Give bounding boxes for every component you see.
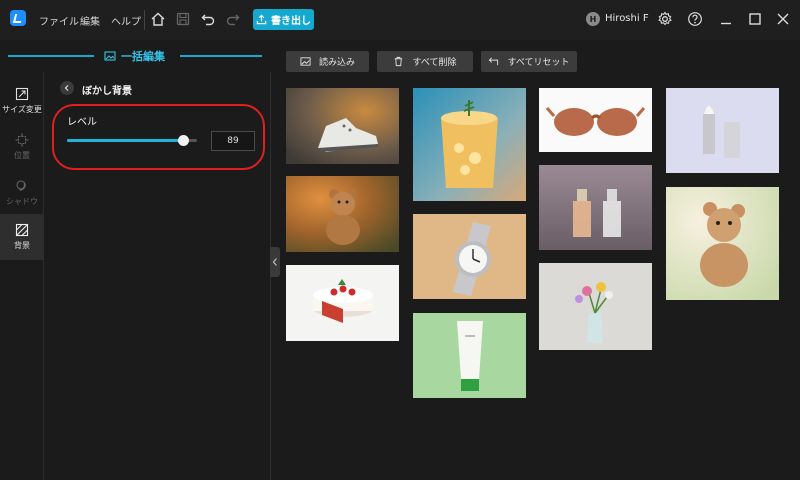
sidebar-item-position[interactable]: 位置 [0, 124, 44, 170]
sidebar-item-background[interactable]: 背景 [0, 214, 44, 260]
save-icon[interactable] [175, 11, 191, 27]
image-thumbnail-wristwatch[interactable] [413, 214, 526, 299]
image-icon [104, 51, 116, 61]
section-title: 一括編集 [104, 48, 165, 64]
sidebar-item-shadow[interactable]: シャドウ [0, 170, 44, 216]
title-bar: ファイル 編集 ヘルプ 書き出し H Hiroshi F [0, 0, 800, 40]
menu-help[interactable]: ヘルプ [111, 13, 141, 28]
undo-icon[interactable] [200, 11, 216, 27]
gear-icon[interactable] [657, 11, 673, 27]
image-thumbnail-sneaker[interactable] [286, 88, 399, 164]
image-thumbnail-cream-tube[interactable] [413, 313, 526, 398]
export-button-label: 書き出し [271, 16, 311, 27]
close-icon[interactable] [775, 11, 791, 27]
panel-title: ぼかし背景 [82, 86, 132, 97]
load-button[interactable]: 読み込み [286, 51, 369, 72]
delete-all-button[interactable]: すべて削除 [377, 51, 473, 72]
delete-all-button-label: すべて削除 [412, 58, 457, 68]
help-icon[interactable] [687, 11, 703, 27]
chevron-left-icon [272, 258, 277, 266]
background-icon [15, 223, 29, 237]
app-logo-icon [10, 10, 26, 26]
sidebar-item-label: サイズ変更 [2, 105, 42, 114]
minimize-icon[interactable] [718, 11, 734, 27]
section-divider-right [180, 55, 262, 57]
image-thumbnail-sunglasses[interactable] [539, 88, 652, 152]
menu-file[interactable]: ファイル [39, 13, 79, 28]
home-icon[interactable] [150, 11, 166, 27]
sidebar-item-label: シャドウ [6, 197, 38, 206]
toolbar-divider [144, 10, 145, 30]
resize-icon [15, 87, 29, 101]
upload-icon [256, 14, 267, 25]
load-button-label: 読み込み [318, 58, 355, 68]
section-title-text: 一括編集 [121, 50, 165, 63]
collapse-panel-handle[interactable] [270, 247, 280, 277]
export-button[interactable]: 書き出し [253, 9, 314, 30]
avatar[interactable]: H [586, 12, 600, 26]
reset-icon [489, 57, 499, 66]
user-name[interactable]: Hiroshi F [605, 13, 649, 24]
reset-all-button[interactable]: すべてリセット [481, 51, 577, 72]
image-thumbnail-teddy-bear[interactable] [666, 187, 779, 300]
section-divider-left [8, 55, 94, 57]
highlight-annotation [52, 104, 265, 170]
shadow-icon [16, 180, 26, 191]
chevron-left-icon [64, 85, 69, 91]
image-thumbnail-lipstick[interactable] [666, 88, 779, 173]
sidebar-item-label: 背景 [14, 241, 30, 250]
maximize-icon[interactable] [747, 11, 763, 27]
image-thumbnail-teddy-bear[interactable] [286, 176, 399, 252]
position-icon [15, 133, 29, 147]
trash-icon [395, 56, 403, 67]
image-thumbnail-juice-glass[interactable] [413, 88, 526, 201]
side-navigation: サイズ変更 位置 シャドウ 背景 [0, 72, 44, 480]
sidebar-item-label: 位置 [14, 151, 30, 160]
redo-icon[interactable] [225, 11, 241, 27]
image-import-icon [300, 57, 311, 66]
back-button[interactable] [60, 81, 74, 95]
reset-all-button-label: すべてリセット [507, 58, 570, 68]
image-thumbnail-cake[interactable] [286, 265, 399, 341]
image-thumbnail-flower-vase[interactable] [539, 263, 652, 350]
sidebar-item-resize[interactable]: サイズ変更 [0, 78, 44, 124]
image-thumbnail-perfume-bottles[interactable] [539, 165, 652, 250]
menu-edit[interactable]: 編集 [80, 13, 100, 28]
